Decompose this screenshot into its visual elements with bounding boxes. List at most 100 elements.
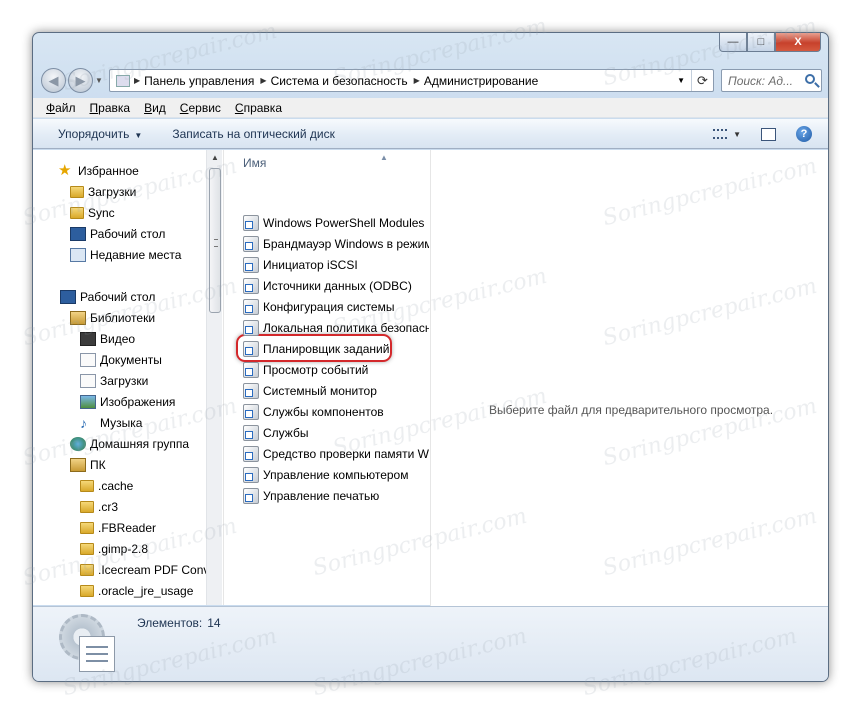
file-item-label: Управление компьютером	[263, 468, 409, 482]
nav-vertical-scrollbar[interactable]: ▲	[206, 150, 222, 605]
file-item-task-scheduler[interactable]: Планировщик заданий	[243, 339, 389, 359]
menu-file[interactable]: Файл	[46, 101, 76, 115]
services-icon	[243, 425, 259, 441]
nav-pictures[interactable]: Изображения	[80, 392, 175, 412]
nav-documents[interactable]: Документы	[80, 350, 162, 370]
nav-recent-places[interactable]: Недавние места	[70, 245, 181, 265]
back-button[interactable]: ◀	[41, 68, 66, 93]
nav-item-label: Избранное	[78, 164, 139, 178]
address-dropdown-icon[interactable]: ▼	[677, 76, 685, 85]
help-icon[interactable]: ?	[796, 126, 812, 142]
file-item[interactable]: Просмотр событий	[243, 360, 368, 380]
recent-places-icon	[70, 248, 86, 262]
administration-folder-icon	[59, 614, 121, 676]
item-count-label: Элементов:	[137, 616, 203, 630]
nav-video[interactable]: Видео	[80, 329, 135, 349]
column-header-name[interactable]: Имя ▲	[243, 153, 388, 170]
maximize-button[interactable]: □	[747, 33, 775, 52]
close-button[interactable]: X	[775, 33, 821, 52]
search-placeholder: Поиск: Ад...	[728, 73, 794, 88]
nav-music[interactable]: ♪ Музыка	[80, 413, 142, 433]
nav-item-label: Домашняя группа	[90, 437, 190, 451]
event-viewer-icon	[243, 362, 259, 378]
nav-folder-fbreader[interactable]: .FBReader	[80, 518, 156, 538]
file-item-label: Планировщик заданий	[263, 342, 390, 356]
file-item[interactable]: Средство проверки памяти Windows	[243, 444, 429, 464]
recent-pages-dropdown[interactable]: ▼	[95, 76, 103, 85]
file-item[interactable]: Службы компонентов	[243, 402, 384, 422]
menu-edit[interactable]: Правка	[90, 101, 131, 115]
computer-management-icon	[243, 467, 259, 483]
file-item[interactable]: Источники данных (ODBC)	[243, 276, 412, 296]
view-controls: ▼ ?	[713, 126, 812, 142]
file-item[interactable]: Windows PowerShell Modules	[243, 213, 424, 233]
print-management-icon	[243, 488, 259, 504]
nav-homegroup[interactable]: Домашняя группа	[70, 434, 189, 454]
nav-item-label: .cr3	[98, 500, 119, 514]
scroll-up-icon[interactable]: ▲	[211, 153, 219, 162]
menu-tools[interactable]: Сервис	[180, 101, 221, 115]
forward-button[interactable]: ▶	[68, 68, 93, 93]
file-item[interactable]: Управление компьютером	[243, 465, 408, 485]
file-item-label: Управление печатью	[263, 489, 380, 503]
nav-libraries[interactable]: Библиотеки	[70, 308, 155, 328]
folder-icon	[80, 480, 94, 492]
change-view-icon[interactable]	[713, 129, 728, 139]
view-options-dropdown-icon[interactable]: ▼	[733, 130, 741, 139]
nav-desktop[interactable]: Рабочий стол	[60, 287, 155, 307]
details-pane: Элементов: 14	[33, 606, 828, 681]
file-item[interactable]: Управление печатью	[243, 486, 379, 506]
breadcrumb-system-security[interactable]: Система и безопасность	[267, 74, 414, 88]
file-item-label: Windows PowerShell Modules	[263, 216, 425, 230]
nav-folder-oracle[interactable]: .oracle_jre_usage	[80, 581, 193, 601]
burn-disc-button[interactable]: Записать на оптический диск	[172, 127, 335, 141]
nav-desktop-favorite[interactable]: Рабочий стол	[70, 224, 165, 244]
nav-item-label: Загрузки	[100, 374, 149, 388]
scroll-thumb[interactable]	[209, 168, 221, 313]
star-icon: ★	[58, 162, 72, 179]
file-item[interactable]: Брандмауэр Windows в режиме	[243, 234, 429, 254]
command-bar: Упорядочить ▼ Записать на оптический диск…	[33, 119, 828, 149]
search-icon[interactable]	[805, 74, 815, 84]
search-input[interactable]: Поиск: Ад...	[721, 69, 822, 92]
minimize-button[interactable]: —	[719, 33, 747, 52]
file-item[interactable]: Системный монитор	[243, 381, 377, 401]
nav-favorites[interactable]: ★ Избранное	[58, 161, 139, 181]
preview-pane-toggle-icon[interactable]	[761, 127, 776, 141]
file-item[interactable]: Инициатор iSCSI	[243, 255, 358, 275]
iscsi-shortcut-icon	[243, 257, 259, 273]
refresh-icon: ⟳	[697, 72, 708, 88]
file-item-label: Локальная политика безопасности	[263, 321, 429, 335]
nav-sync[interactable]: Sync	[70, 203, 115, 223]
control-panel-icon	[116, 74, 130, 87]
breadcrumb-administration[interactable]: Администрирование	[420, 74, 544, 88]
menu-help[interactable]: Справка	[235, 101, 282, 115]
nav-pc[interactable]: ПК	[70, 455, 106, 475]
file-item[interactable]: Локальная политика безопасности	[243, 318, 429, 338]
desktop-icon	[60, 290, 76, 304]
file-list-pane: Имя ▲ Windows PowerShell Modules Брандма…	[223, 150, 429, 605]
nav-folder-icecream[interactable]: .Icecream PDF Conv	[80, 560, 209, 580]
nav-downloads-library[interactable]: Загрузки	[80, 371, 148, 391]
nav-folder-gimp[interactable]: .gimp-2.8	[80, 539, 148, 559]
nav-item-label: Изображения	[100, 395, 176, 409]
organize-button[interactable]: Упорядочить ▼	[58, 127, 142, 141]
nav-folder-cache[interactable]: .cache	[80, 476, 133, 496]
refresh-button[interactable]: ⟳	[691, 70, 713, 91]
file-item-label: Конфигурация системы	[263, 300, 395, 314]
chevron-down-icon: ▼	[134, 130, 143, 140]
folder-icon	[80, 564, 94, 576]
nav-folder-cr3[interactable]: .cr3	[80, 497, 118, 517]
nav-downloads[interactable]: Загрузки	[70, 182, 136, 202]
item-count-value: 14	[207, 616, 221, 630]
file-item[interactable]: Службы	[243, 423, 308, 443]
downloads-library-icon	[80, 374, 96, 388]
folder-icon	[70, 207, 84, 219]
nav-item-label: Недавние места	[90, 248, 182, 262]
menu-view[interactable]: Вид	[144, 101, 166, 115]
file-item[interactable]: Конфигурация системы	[243, 297, 394, 317]
breadcrumb-control-panel[interactable]: Панель управления	[140, 74, 260, 88]
nav-item-label: .gimp-2.8	[98, 542, 149, 556]
address-bar[interactable]: ▶ Панель управления ▶ Система и безопасн…	[109, 69, 714, 92]
pictures-library-icon	[80, 395, 96, 409]
